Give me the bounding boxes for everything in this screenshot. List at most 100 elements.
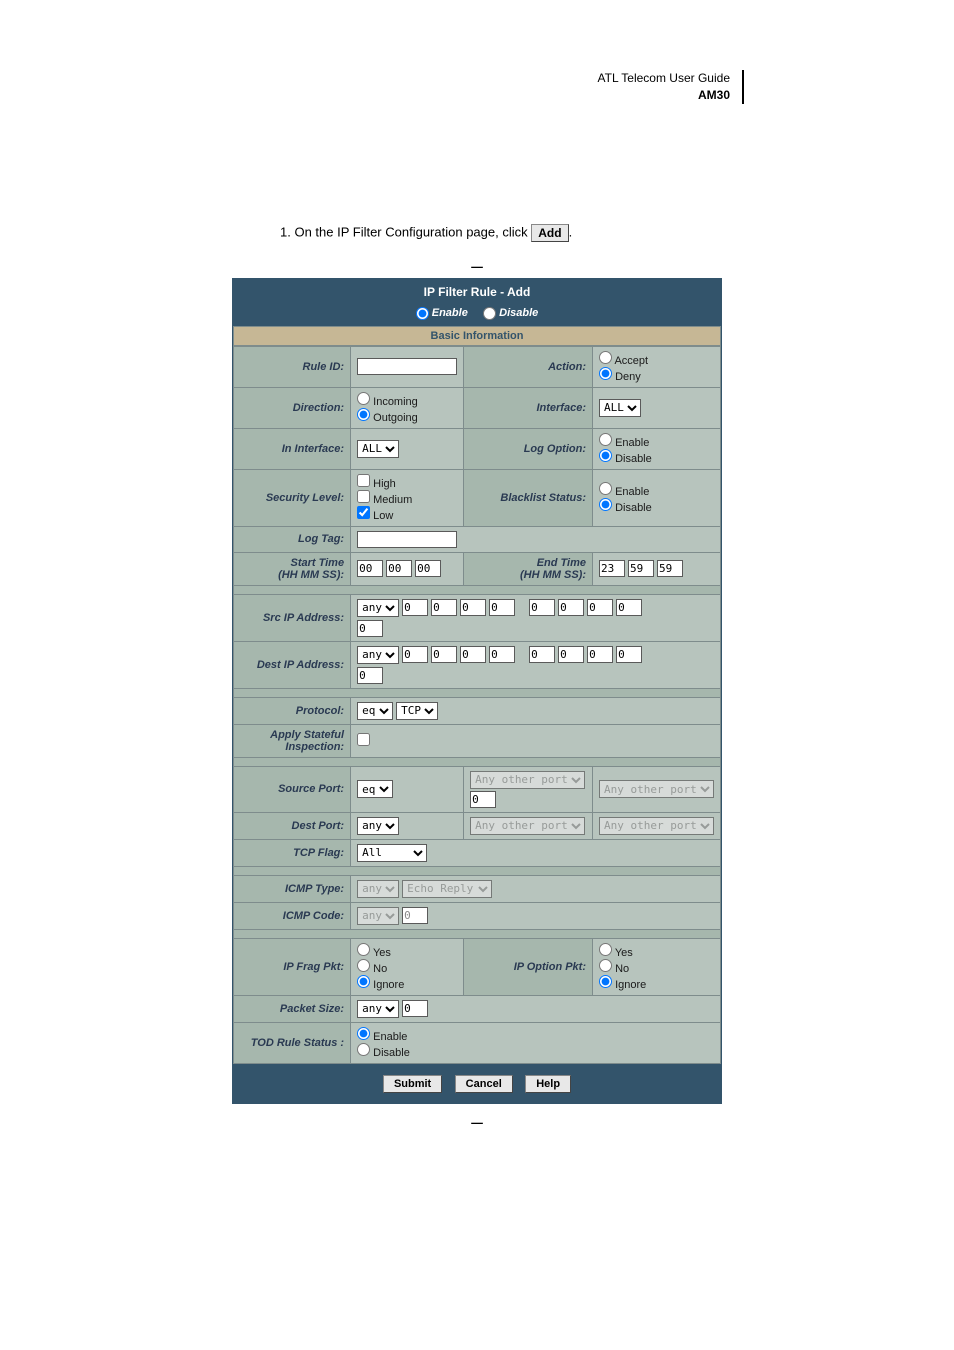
blacklist-enable-radio[interactable]: [599, 482, 612, 495]
ip-frag-yes[interactable]: Yes: [357, 943, 457, 959]
log-enable-radio[interactable]: [599, 433, 612, 446]
packet-size-val[interactable]: [402, 1000, 428, 1017]
dest-ip-a1[interactable]: [431, 646, 457, 663]
ip-frag-ignore[interactable]: Ignore: [357, 975, 457, 991]
icmp-code-cell: any: [351, 902, 721, 929]
tod-enable-radio[interactable]: [357, 1027, 370, 1040]
basic-info-header: Basic Information: [233, 326, 721, 346]
dest-ip-m3[interactable]: [616, 646, 642, 663]
tod-disable-radio[interactable]: [357, 1043, 370, 1056]
security-medium[interactable]: Medium: [357, 490, 457, 506]
dest-ip-m0[interactable]: [529, 646, 555, 663]
log-disable-radio[interactable]: [599, 449, 612, 462]
security-low-check[interactable]: [357, 506, 370, 519]
icmp-type-cell: any Echo Reply: [351, 875, 721, 902]
disable-radio[interactable]: [483, 307, 496, 320]
action-accept-radio[interactable]: [599, 351, 612, 364]
action-label: Action:: [464, 346, 593, 387]
security-high[interactable]: High: [357, 474, 457, 490]
src-ip-m2[interactable]: [587, 599, 613, 616]
help-button[interactable]: Help: [525, 1075, 571, 1093]
blacklist-disable-radio[interactable]: [599, 498, 612, 511]
add-button[interactable]: Add: [531, 224, 568, 242]
ip-option-yes[interactable]: Yes: [599, 943, 714, 959]
src-ip-m0[interactable]: [529, 599, 555, 616]
protocol-proto[interactable]: TCP: [396, 702, 438, 720]
source-port-2-select: Any other port: [599, 780, 714, 798]
end-mm[interactable]: [628, 560, 654, 577]
ip-frag-no-radio[interactable]: [357, 959, 370, 972]
apply-stateful-check[interactable]: [357, 733, 370, 746]
ip-frag-yes-radio[interactable]: [357, 943, 370, 956]
src-ip-m1[interactable]: [558, 599, 584, 616]
src-ip-a3[interactable]: [489, 599, 515, 616]
ip-option-ignore-radio[interactable]: [599, 975, 612, 988]
end-ss[interactable]: [657, 560, 683, 577]
interface-select[interactable]: ALL: [599, 399, 641, 417]
enable-radio[interactable]: [416, 307, 429, 320]
interface-label: Interface:: [464, 387, 593, 428]
security-low[interactable]: Low: [357, 506, 457, 522]
src-ip-a2[interactable]: [460, 599, 486, 616]
blacklist-disable[interactable]: Disable: [599, 498, 714, 514]
src-ip-type[interactable]: any: [357, 599, 399, 617]
source-port-1-cell: Any other port: [464, 766, 593, 812]
src-ip-m3[interactable]: [616, 599, 642, 616]
rule-id-input[interactable]: [357, 358, 457, 375]
direction-incoming-radio[interactable]: [357, 392, 370, 405]
ip-frag-no[interactable]: No: [357, 959, 457, 975]
ip-option-no[interactable]: No: [599, 959, 714, 975]
security-level-label: Security Level:: [234, 469, 351, 526]
src-ip-a1[interactable]: [431, 599, 457, 616]
action-deny-radio[interactable]: [599, 367, 612, 380]
ip-option-ignore[interactable]: Ignore: [599, 975, 714, 991]
ip-option-no-radio[interactable]: [599, 959, 612, 972]
dest-ip-extra[interactable]: [357, 667, 383, 684]
tod-enable[interactable]: Enable: [357, 1027, 714, 1043]
dest-ip-a0[interactable]: [402, 646, 428, 663]
dest-ip-m2[interactable]: [587, 646, 613, 663]
action-accept[interactable]: Accept: [599, 351, 714, 367]
dest-port-op[interactable]: any: [357, 817, 399, 835]
source-port-op[interactable]: eq: [357, 780, 393, 798]
disable-option[interactable]: Disable: [483, 307, 538, 319]
log-tag-input[interactable]: [357, 531, 457, 548]
dest-ip-type[interactable]: any: [357, 646, 399, 664]
icmp-type-val: Echo Reply: [402, 880, 492, 898]
ip-frag-ignore-radio[interactable]: [357, 975, 370, 988]
rule-id-cell: [351, 346, 464, 387]
tcp-flag-select[interactable]: All: [357, 844, 427, 862]
log-enable[interactable]: Enable: [599, 433, 714, 449]
dest-ip-label: Dest IP Address:: [234, 641, 351, 688]
enable-option[interactable]: Enable: [416, 307, 468, 319]
direction-outgoing[interactable]: Outgoing: [357, 408, 457, 424]
dest-ip-a2[interactable]: [460, 646, 486, 663]
ip-option-yes-radio[interactable]: [599, 943, 612, 956]
dest-ip-a3[interactable]: [489, 646, 515, 663]
log-disable[interactable]: Disable: [599, 449, 714, 465]
in-interface-select[interactable]: ALL: [357, 440, 399, 458]
direction-outgoing-radio[interactable]: [357, 408, 370, 421]
direction-incoming[interactable]: Incoming: [357, 392, 457, 408]
end-hh[interactable]: [599, 560, 625, 577]
tod-disable[interactable]: Disable: [357, 1043, 714, 1059]
cancel-button[interactable]: Cancel: [455, 1075, 513, 1093]
source-port-1-val[interactable]: [470, 791, 496, 808]
start-mm[interactable]: [386, 560, 412, 577]
apply-stateful-label: Apply StatefulInspection:: [234, 724, 351, 757]
submit-button[interactable]: Submit: [383, 1075, 442, 1093]
security-high-check[interactable]: [357, 474, 370, 487]
blacklist-enable[interactable]: Enable: [599, 482, 714, 498]
start-hh[interactable]: [357, 560, 383, 577]
blacklist-cell: Enable Disable: [593, 469, 721, 526]
dest-ip-m1[interactable]: [558, 646, 584, 663]
src-ip-extra[interactable]: [357, 620, 383, 637]
start-ss[interactable]: [415, 560, 441, 577]
protocol-op[interactable]: eq: [357, 702, 393, 720]
source-port-2-cell: Any other port: [593, 766, 721, 812]
direction-label: Direction:: [234, 387, 351, 428]
packet-size-op[interactable]: any: [357, 1000, 399, 1018]
action-deny[interactable]: Deny: [599, 367, 714, 383]
security-medium-check[interactable]: [357, 490, 370, 503]
src-ip-a0[interactable]: [402, 599, 428, 616]
